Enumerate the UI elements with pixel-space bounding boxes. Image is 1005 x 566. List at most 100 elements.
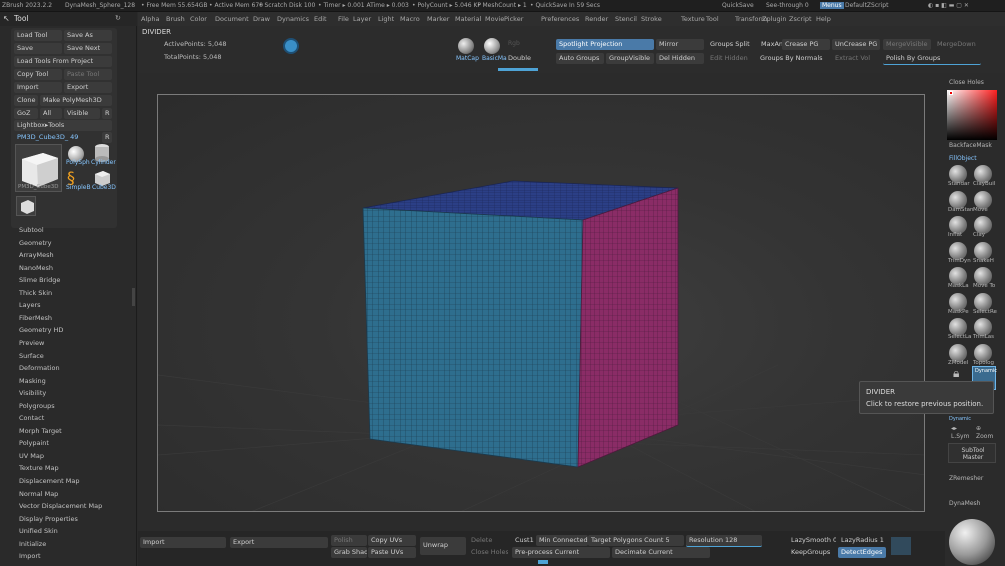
menu-macro[interactable]: Macro <box>400 15 420 23</box>
copy-uvs-button[interactable]: Copy UVs <box>368 535 416 546</box>
menu-color[interactable]: Color <box>190 15 207 23</box>
mirror-button[interactable]: Mirror <box>656 39 704 50</box>
goz-all-button[interactable]: All <box>40 108 62 119</box>
tool-panel-arrow-icon[interactable]: ↖ <box>3 14 10 23</box>
menu-stencil[interactable]: Stencil <box>615 15 637 23</box>
target-polygons-slider[interactable]: Target Polygons Count 5 <box>588 535 684 546</box>
edit-hidden-button[interactable]: Edit Hidden <box>707 53 755 64</box>
current-tool-r-button[interactable]: R <box>102 132 112 143</box>
bottom-import-button[interactable]: Import <box>140 537 226 548</box>
close-holes-button[interactable]: Close Holes <box>949 79 984 86</box>
paste-tool-button[interactable]: Paste Tool <box>64 69 112 80</box>
subpalette-slime-bridge[interactable]: Slime Bridge <box>19 276 60 284</box>
subpalette-import[interactable]: Import <box>19 552 41 560</box>
import-button[interactable]: Import <box>14 82 62 93</box>
menu-help[interactable]: Help <box>816 15 831 23</box>
menu-tool[interactable]: Tool <box>706 15 719 23</box>
basicmaterial-sphere-icon[interactable] <box>484 38 500 54</box>
subpalette-preview[interactable]: Preview <box>19 339 44 347</box>
save-button[interactable]: Save <box>14 43 62 54</box>
subpalette-normal-map[interactable]: Normal Map <box>19 490 58 498</box>
menu-draw[interactable]: Draw <box>253 15 270 23</box>
subpalette-masking[interactable]: Masking <box>19 377 46 385</box>
menu-marker[interactable]: Marker <box>427 15 449 23</box>
quicksave-button[interactable]: QuickSave <box>722 2 754 9</box>
subpalette-vector-displacement-map[interactable]: Vector Displacement Map <box>19 502 102 510</box>
material-preview-sphere[interactable] <box>949 519 995 565</box>
menu-dynamics[interactable]: Dynamics <box>277 15 309 23</box>
menu-stroke[interactable]: Stroke <box>641 15 662 23</box>
decimate-current-button[interactable]: Decimate Current <box>612 547 710 558</box>
save-as-button[interactable]: Save As <box>64 30 112 41</box>
backface-mask-button[interactable]: BackfaceMask <box>949 142 992 149</box>
menu-layer[interactable]: Layer <box>353 15 371 23</box>
auto-groups-button[interactable]: Auto Groups <box>556 53 604 64</box>
load-tool-button[interactable]: Load Tool <box>14 30 62 41</box>
subpalette-thick-skin[interactable]: Thick Skin <box>19 289 52 297</box>
zremesher-button[interactable]: ZRemesher <box>949 475 983 482</box>
menu-texture[interactable]: Texture <box>681 15 705 23</box>
pm3d-small-thumbnail[interactable] <box>16 196 36 216</box>
groups-by-normals-button[interactable]: Groups By Normals <box>757 53 829 64</box>
panel-dock-icon[interactable]: ↻ <box>115 14 121 22</box>
fill-object-button[interactable]: FillObject <box>949 155 977 162</box>
panel-scrollbar[interactable] <box>132 288 135 306</box>
menu-material[interactable]: Material <box>455 15 481 23</box>
menu-file[interactable]: File <box>338 15 349 23</box>
zoom-button[interactable]: Zoom <box>976 433 993 440</box>
dynamesh-button[interactable]: DynaMesh <box>949 500 980 507</box>
merge-visible-button[interactable]: MergeVisible <box>883 39 931 50</box>
crease-pg-button[interactable]: Crease PG <box>782 39 830 50</box>
bottom-scroll-indicator[interactable] <box>538 560 548 564</box>
subpalette-polypaint[interactable]: Polypaint <box>19 439 49 447</box>
load-tools-from-project-button[interactable]: Load Tools From Project <box>14 56 112 67</box>
groups-split-button[interactable]: Groups Split <box>707 39 755 50</box>
goz-r-button[interactable]: R <box>102 108 112 119</box>
bottom-close-holes-button[interactable]: Close Holes <box>468 547 508 558</box>
export-button[interactable]: Export <box>64 82 112 93</box>
subpalette-nanomesh[interactable]: NanoMesh <box>19 264 53 272</box>
menu-alpha[interactable]: Alpha <box>141 15 159 23</box>
copy-tool-button[interactable]: Copy Tool <box>14 69 62 80</box>
subpalette-fibermesh[interactable]: FiberMesh <box>19 314 52 322</box>
bottom-export-button[interactable]: Export <box>230 537 328 548</box>
keepgroups-button[interactable]: KeepGroups <box>788 547 836 558</box>
extract-vol-button[interactable]: Extract Vol <box>832 53 880 64</box>
subpalette-surface[interactable]: Surface <box>19 352 44 360</box>
lazysmooth-slider[interactable]: LazySmooth 0 <box>788 535 836 546</box>
spotlight-projection-button[interactable]: Spotlight Projection <box>556 39 654 50</box>
unwrap-button[interactable]: Unwrap <box>420 537 466 555</box>
subpalette-polygroups[interactable]: Polygroups <box>19 402 55 410</box>
goz-button[interactable]: GoZ <box>14 108 38 119</box>
menu-brush[interactable]: Brush <box>166 15 185 23</box>
color-picker[interactable] <box>947 90 997 140</box>
make-polymesh-button[interactable]: Make PolyMesh3D <box>40 95 112 106</box>
double-button[interactable]: Double <box>508 54 531 62</box>
lightbox-tools-button[interactable]: Lightbox▸Tools <box>14 120 112 131</box>
save-next-button[interactable]: Save Next <box>64 43 112 54</box>
subpalette-uv-map[interactable]: UV Map <box>19 452 44 460</box>
current-tool-slider[interactable]: PM3D_Cube3D_ 49 <box>14 132 100 143</box>
see-through-slider[interactable]: See-through 0 <box>766 2 809 9</box>
main-color-swatch[interactable] <box>949 91 953 95</box>
subpalette-displacement-map[interactable]: Displacement Map <box>19 477 79 485</box>
uncrease-pg-button[interactable]: UnCrease PG <box>832 39 880 50</box>
viewport-canvas[interactable] <box>158 95 925 512</box>
menu-picker[interactable]: Picker <box>504 15 523 23</box>
subpalette-unified-skin[interactable]: Unified Skin <box>19 527 58 535</box>
subpalette-texture-map[interactable]: Texture Map <box>19 464 59 472</box>
resolution-slider[interactable]: Resolution 128 <box>686 535 762 547</box>
subtool-master-button[interactable]: SubTool Master <box>948 443 996 463</box>
menu-edit[interactable]: Edit <box>314 15 327 23</box>
merge-down-button[interactable]: MergeDown <box>934 39 982 50</box>
document-viewport[interactable] <box>157 94 925 512</box>
menus-toggle[interactable]: Menus <box>820 2 844 9</box>
menu-movie[interactable]: Movie <box>485 15 504 23</box>
window-controls-icon[interactable]: ◐ ▪ ◧ ▬ ▢ ✕ <box>928 2 969 9</box>
lsym-button[interactable]: L.Sym <box>951 433 969 440</box>
menu-render[interactable]: Render <box>585 15 608 23</box>
menu-light[interactable]: Light <box>378 15 394 23</box>
min-connected-slider[interactable]: Min Connected F <box>536 535 588 546</box>
polish-by-groups-slider[interactable]: Polish By Groups <box>883 53 981 65</box>
cube3d-thumbnail[interactable]: PM3D_Cube3D <box>15 144 62 192</box>
